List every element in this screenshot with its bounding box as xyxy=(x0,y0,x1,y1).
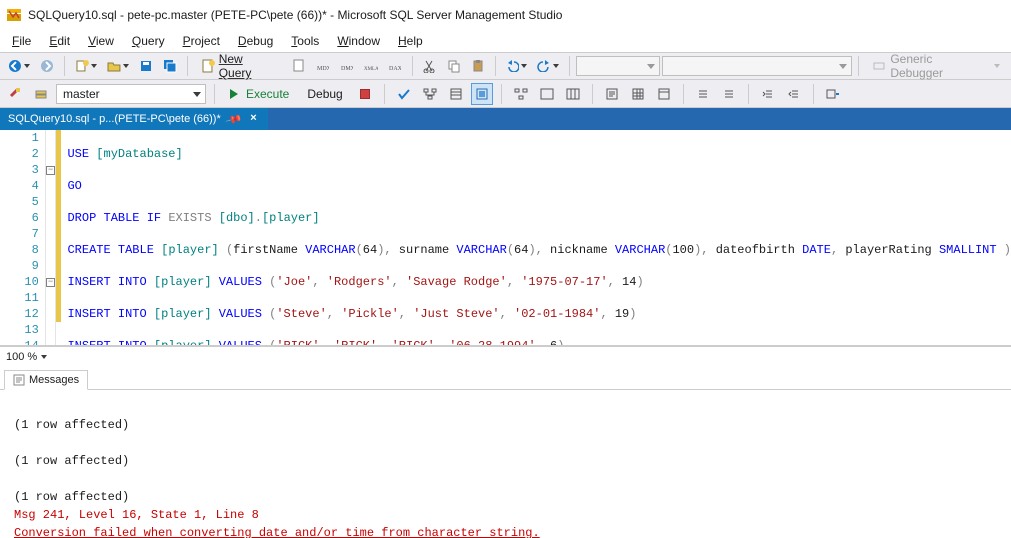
comment-button[interactable] xyxy=(692,83,714,105)
separator xyxy=(569,56,570,76)
execute-button[interactable]: Execute xyxy=(223,83,296,105)
svg-text:XMLA: XMLA xyxy=(364,67,378,72)
menu-view[interactable]: View xyxy=(80,32,122,50)
play-icon xyxy=(230,89,238,99)
separator xyxy=(214,84,215,104)
fold-gutter[interactable]: −− xyxy=(46,130,56,345)
zoom-control[interactable]: 100 % xyxy=(0,346,1011,366)
separator xyxy=(813,84,814,104)
separator xyxy=(501,84,502,104)
new-query-button[interactable]: New Query xyxy=(194,55,286,77)
results-to-file-button[interactable] xyxy=(653,83,675,105)
generic-debugger-button[interactable]: Generic Debugger xyxy=(865,55,1007,77)
separator xyxy=(683,84,684,104)
specify-values-button[interactable] xyxy=(822,83,844,105)
tab-close-button[interactable]: × xyxy=(246,112,260,126)
paste-button[interactable] xyxy=(467,55,489,77)
estimated-plan-button[interactable] xyxy=(419,83,441,105)
xmla-button[interactable]: XMLA xyxy=(360,55,382,77)
results-to-text-button[interactable] xyxy=(601,83,623,105)
change-connection-button[interactable] xyxy=(4,83,26,105)
document-tabs: SQLQuery10.sql - p...(PETE-PC\pete (66))… xyxy=(0,108,1011,130)
svg-text:MDX: MDX xyxy=(317,66,329,72)
dax-button[interactable]: DAX xyxy=(384,55,406,77)
outdent-button[interactable] xyxy=(783,83,805,105)
copy-button[interactable] xyxy=(443,55,465,77)
chevron-down-icon xyxy=(41,355,47,359)
debug-button[interactable]: Debug xyxy=(300,83,349,105)
undo-button[interactable] xyxy=(502,55,532,77)
separator xyxy=(384,84,385,104)
messages-pane[interactable]: (1 row affected) (1 row affected) (1 row… xyxy=(0,390,1011,538)
separator xyxy=(858,56,859,76)
solution-config-combo[interactable] xyxy=(576,56,660,76)
menu-debug[interactable]: Debug xyxy=(230,32,281,50)
separator xyxy=(495,56,496,76)
error-line: Msg 241, Level 16, State 1, Line 8 xyxy=(14,508,259,522)
tab-pin-icon[interactable]: 📌 xyxy=(224,110,242,128)
menu-project[interactable]: Project xyxy=(175,32,228,50)
indent-button[interactable] xyxy=(757,83,779,105)
actual-plan-button[interactable] xyxy=(510,83,532,105)
menu-bar[interactable]: File Edit View Query Project Debug Tools… xyxy=(0,30,1011,52)
save-button[interactable] xyxy=(135,55,157,77)
stop-icon xyxy=(360,89,370,99)
tab-label: SQLQuery10.sql - p...(PETE-PC\pete (66))… xyxy=(8,113,221,125)
de-query-button[interactable] xyxy=(288,55,310,77)
code-area[interactable]: USE [myDatabase] GO DROP TABLE IF EXISTS… xyxy=(61,130,1011,345)
live-stats-button[interactable] xyxy=(536,83,558,105)
menu-tools[interactable]: Tools xyxy=(283,32,327,50)
separator xyxy=(187,56,188,76)
connection-details-button[interactable] xyxy=(30,83,52,105)
query-options-button[interactable] xyxy=(445,83,467,105)
nav-forward-button[interactable] xyxy=(36,55,58,77)
open-item-button[interactable] xyxy=(103,55,133,77)
window-title: SQLQuery10.sql - pete-pc.master (PETE-PC… xyxy=(28,8,562,22)
sql-toolbar: master Execute Debug xyxy=(0,80,1011,108)
app-icon xyxy=(6,7,22,23)
database-value: master xyxy=(63,87,100,101)
menu-window[interactable]: Window xyxy=(329,32,388,50)
document-tab[interactable]: SQLQuery10.sql - p...(PETE-PC\pete (66))… xyxy=(0,108,268,130)
zoom-value: 100 % xyxy=(6,351,37,363)
title-bar: SQLQuery10.sql - pete-pc.master (PETE-PC… xyxy=(0,0,1011,30)
new-item-button[interactable] xyxy=(71,55,101,77)
svg-text:DAX: DAX xyxy=(389,66,401,72)
nav-back-button[interactable] xyxy=(4,55,34,77)
svg-text:DMX: DMX xyxy=(341,66,353,72)
results-tabstrip: Messages xyxy=(0,366,1011,390)
redo-button[interactable] xyxy=(533,55,563,77)
separator xyxy=(64,56,65,76)
menu-edit[interactable]: Edit xyxy=(41,32,78,50)
message-line: (1 row affected) xyxy=(14,490,129,504)
parse-button[interactable] xyxy=(393,83,415,105)
error-line: Conversion failed when converting date a… xyxy=(14,526,540,538)
save-all-button[interactable] xyxy=(159,55,181,77)
database-combo[interactable]: master xyxy=(56,84,206,104)
solution-platform-combo[interactable] xyxy=(662,56,852,76)
main-toolbar: New Query MDX DMX XMLA DAX Generic Debug… xyxy=(0,52,1011,80)
separator xyxy=(748,84,749,104)
menu-query[interactable]: Query xyxy=(124,32,173,50)
message-line: (1 row affected) xyxy=(14,454,129,468)
messages-icon xyxy=(13,374,25,386)
menu-help[interactable]: Help xyxy=(390,32,431,50)
results-to-grid-button[interactable] xyxy=(627,83,649,105)
line-number-gutter: 1234567891011121314 xyxy=(0,130,46,345)
intellisense-button[interactable] xyxy=(471,83,493,105)
messages-tab[interactable]: Messages xyxy=(4,370,88,390)
cut-button[interactable] xyxy=(419,55,441,77)
client-stats-button[interactable] xyxy=(562,83,584,105)
dmx-button[interactable]: DMX xyxy=(336,55,358,77)
message-line: (1 row affected) xyxy=(14,418,129,432)
uncomment-button[interactable] xyxy=(718,83,740,105)
mdx-button[interactable]: MDX xyxy=(312,55,334,77)
separator xyxy=(412,56,413,76)
menu-file[interactable]: File xyxy=(4,32,39,50)
messages-tab-label: Messages xyxy=(29,374,79,386)
cancel-query-button[interactable] xyxy=(354,83,376,105)
code-editor[interactable]: 1234567891011121314 −− USE [myDatabase] … xyxy=(0,130,1011,346)
separator xyxy=(592,84,593,104)
